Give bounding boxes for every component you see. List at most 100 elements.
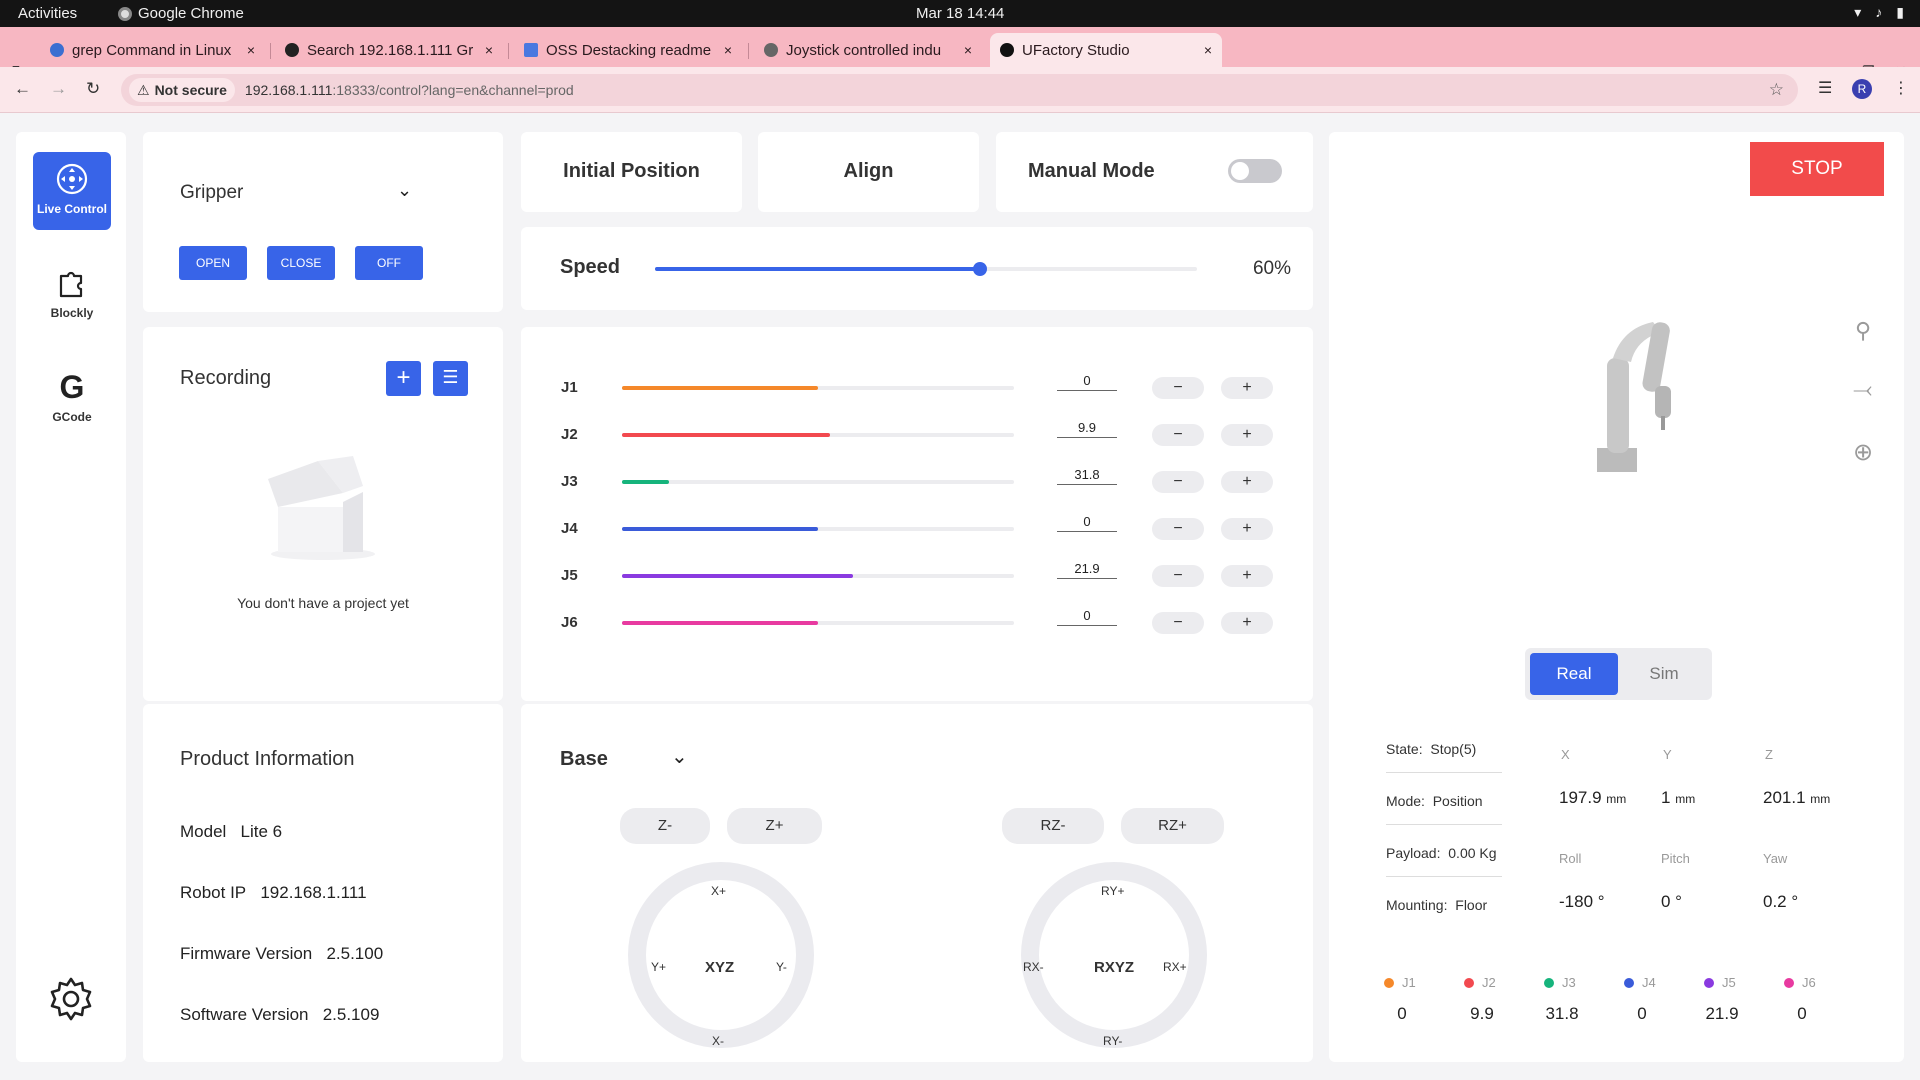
base-dropdown-chevron-icon[interactable]: ⌄	[671, 744, 688, 769]
speed-slider-fill	[655, 267, 981, 271]
joint-value-input[interactable]: 0	[1057, 608, 1117, 626]
kebab-menu-icon[interactable]: ⋮	[1893, 78, 1909, 98]
close-tab-icon[interactable]: ×	[1204, 42, 1212, 58]
y-plus-button[interactable]: Y+	[651, 960, 666, 974]
site-security-chip[interactable]: ⚠ Not secure	[129, 78, 235, 102]
joint-increment-button[interactable]: +	[1221, 565, 1273, 587]
joint-decrement-button[interactable]: −	[1152, 612, 1204, 634]
crosshair-icon[interactable]: ⊕	[1853, 438, 1873, 467]
x-label: X	[1561, 747, 1570, 762]
puzzle-icon	[59, 271, 83, 298]
joint-value-input[interactable]: 9.9	[1057, 420, 1117, 438]
tab-ufactory-studio[interactable]: UFactory Studio ×	[990, 33, 1222, 67]
align-button[interactable]: Align	[758, 132, 979, 212]
legend-label: J1	[1402, 975, 1416, 990]
tab-strip: ▼ grep Command in Linux × Search 192.168…	[0, 27, 1920, 85]
bookmark-star-icon[interactable]: ☆	[1769, 80, 1784, 100]
joint-value-input[interactable]: 21.9	[1057, 561, 1117, 579]
joint-increment-button[interactable]: +	[1221, 424, 1273, 446]
svg-text:G: G	[60, 370, 85, 404]
reload-icon[interactable]: ↻	[86, 79, 100, 99]
joint-increment-button[interactable]: +	[1221, 471, 1273, 493]
gripper-close-button[interactable]: CLOSE	[267, 246, 335, 280]
joint-increment-button[interactable]: +	[1221, 377, 1273, 399]
add-recording-button[interactable]: +	[386, 361, 421, 396]
profile-avatar[interactable]: R	[1852, 79, 1872, 99]
tab-search[interactable]: Search 192.168.1.111 Gr ×	[275, 33, 503, 67]
robot-arm-3d-view[interactable]	[1587, 318, 1687, 478]
joint-slider[interactable]	[622, 386, 1014, 390]
mode-value: Position	[1432, 793, 1483, 809]
activities-button[interactable]: Activities	[18, 5, 77, 22]
address-bar[interactable]: ⚠ Not secure 192.168.1.111:18333/control…	[121, 74, 1798, 106]
close-tab-icon[interactable]: ×	[485, 42, 493, 58]
speed-slider-handle[interactable]	[973, 262, 988, 276]
sidebar: Live Control Blockly G GCode	[16, 132, 126, 1062]
forward-icon[interactable]: →	[50, 79, 67, 99]
joint-value-input[interactable]: 0	[1057, 514, 1117, 532]
joint-legend-item: J1	[1384, 975, 1416, 990]
close-tab-icon[interactable]: ×	[964, 42, 972, 58]
rz-plus-button[interactable]: RZ+	[1121, 808, 1224, 844]
joint-increment-button[interactable]: +	[1221, 518, 1273, 540]
ry-minus-button[interactable]: RY-	[1103, 1034, 1122, 1048]
joint-decrement-button[interactable]: −	[1152, 518, 1204, 540]
y-minus-button[interactable]: Y-	[776, 960, 787, 974]
joint-decrement-button[interactable]: −	[1152, 565, 1204, 587]
stop-button[interactable]: STOP	[1750, 142, 1884, 196]
sim-mode-button[interactable]: Sim	[1620, 653, 1708, 695]
close-tab-icon[interactable]: ×	[724, 42, 732, 58]
speed-slider[interactable]	[655, 262, 1197, 276]
rx-minus-button[interactable]: RX-	[1023, 960, 1044, 974]
rz-minus-button[interactable]: RZ-	[1002, 808, 1104, 844]
ry-plus-button[interactable]: RY+	[1101, 884, 1124, 898]
app-menu[interactable]: Google Chrome	[118, 5, 244, 22]
joint-value-input[interactable]: 0	[1057, 373, 1117, 391]
manual-mode-toggle[interactable]	[1228, 159, 1282, 183]
location-pin-icon[interactable]: ⚲	[1855, 318, 1871, 344]
initial-position-button[interactable]: Initial Position	[521, 132, 742, 212]
joint-slider[interactable]	[622, 480, 1014, 484]
axes-view-icon[interactable]: ⤙	[1853, 376, 1872, 404]
recording-list-button[interactable]: ☰	[433, 361, 468, 396]
z-value: 201.1 mm	[1763, 788, 1831, 807]
sidebar-item-live-control[interactable]: Live Control	[33, 152, 111, 230]
media-queue-icon[interactable]: ☰	[1818, 78, 1832, 98]
back-icon[interactable]: ←	[14, 79, 31, 99]
joint-increment-button[interactable]: +	[1221, 612, 1273, 634]
z-plus-button[interactable]: Z+	[727, 808, 822, 844]
tab-grep[interactable]: grep Command in Linux ×	[40, 33, 265, 67]
joint-decrement-button[interactable]: −	[1152, 471, 1204, 493]
robot-ip-row: Robot IP 192.168.1.111	[180, 883, 367, 902]
tab-oss-readme[interactable]: OSS Destacking readme ×	[514, 33, 742, 67]
close-tab-icon[interactable]: ×	[247, 42, 255, 58]
gripper-open-button[interactable]: OPEN	[179, 246, 247, 280]
initial-position-label: Initial Position	[563, 160, 700, 182]
clock[interactable]: Mar 18 14:44	[916, 5, 1004, 22]
tab-title: grep Command in Linux	[72, 41, 232, 59]
x-minus-button[interactable]: X-	[712, 1034, 724, 1048]
joint-value-input[interactable]: 31.8	[1057, 467, 1117, 485]
sidebar-item-gcode[interactable]: G GCode	[33, 360, 111, 438]
settings-gear-icon[interactable]	[48, 976, 94, 1022]
y-label: Y	[1663, 747, 1672, 762]
joint-slider[interactable]	[622, 527, 1014, 531]
joint-slider[interactable]	[622, 574, 1014, 578]
payload-row: Payload: 0.00 Kg	[1386, 845, 1502, 877]
z-minus-button[interactable]: Z-	[620, 808, 710, 844]
url-text[interactable]: 192.168.1.111:18333/control?lang=en&chan…	[245, 82, 574, 98]
joint-decrement-button[interactable]: −	[1152, 377, 1204, 399]
plus-icon: +	[396, 364, 411, 391]
joint-slider[interactable]	[622, 621, 1014, 625]
x-plus-button[interactable]: X+	[711, 884, 726, 898]
joint-slider[interactable]	[622, 433, 1014, 437]
real-mode-button[interactable]: Real	[1530, 653, 1618, 695]
joint-decrement-button[interactable]: −	[1152, 424, 1204, 446]
ufactory-studio-app: Live Control Blockly G GCode Gripper ⌄ O…	[0, 113, 1920, 1080]
gripper-off-button[interactable]: OFF	[355, 246, 423, 280]
rx-plus-button[interactable]: RX+	[1163, 960, 1187, 974]
system-tray[interactable]: ▾ ♪ ▮	[1854, 4, 1904, 21]
sidebar-item-blockly[interactable]: Blockly	[33, 256, 111, 334]
tab-joystick[interactable]: Joystick controlled indu ×	[754, 33, 982, 67]
gripper-dropdown-chevron-icon[interactable]: ⌄	[397, 180, 412, 201]
